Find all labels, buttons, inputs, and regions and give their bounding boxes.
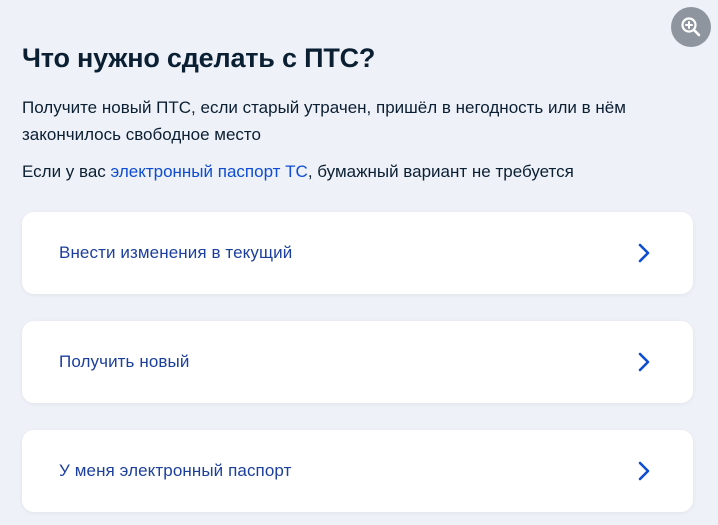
option-label: Получить новый (59, 352, 190, 371)
option-electronic-passport[interactable]: У меня электронный паспорт (22, 430, 693, 512)
epts-note: Если у вас электронный паспорт ТС, бумаж… (22, 158, 574, 185)
description-text: Получите новый ПТС, если старый утрачен,… (22, 98, 626, 144)
chevron-right-icon (637, 351, 651, 373)
option-label: У меня электронный паспорт (59, 461, 292, 480)
zoom-in-icon (681, 17, 701, 37)
page-title: Что нужно сделать с ПТС? (22, 43, 376, 73)
option-label: Внести изменения в текущий (59, 243, 293, 262)
epts-note-suffix: , бумажный вариант не требуется (307, 162, 574, 181)
epts-link[interactable]: электронный паспорт ТС (111, 162, 308, 181)
option-change-current[interactable]: Внести изменения в текущий (22, 212, 693, 294)
epts-note-prefix: Если у вас (22, 162, 111, 181)
chevron-right-icon (637, 460, 651, 482)
option-get-new[interactable]: Получить новый (22, 321, 693, 403)
zoom-button[interactable] (671, 7, 711, 47)
chevron-right-icon (637, 242, 651, 264)
